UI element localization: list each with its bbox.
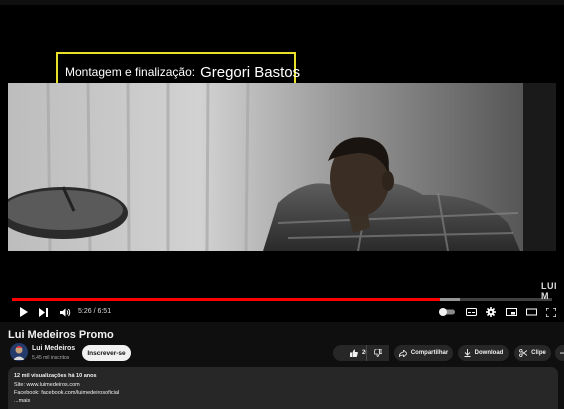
volume-icon (59, 308, 70, 316)
subtitles-button[interactable] (464, 303, 478, 321)
more-icon (560, 352, 564, 354)
theater-icon (525, 308, 537, 316)
credit-name: Gregori Bastos (200, 63, 301, 81)
share-icon (398, 349, 407, 357)
miniplayer-button[interactable] (504, 303, 518, 321)
download-button[interactable]: Download (458, 345, 509, 361)
view-count-date: 12 mil visualizações há 10 anos (14, 373, 97, 379)
time-display: 5:26 / 6:51 (78, 308, 112, 315)
progress-played (12, 298, 441, 301)
theater-button[interactable] (524, 303, 538, 321)
volume-button[interactable] (58, 303, 72, 321)
settings-icon (486, 307, 496, 317)
share-label: Compartilhar (410, 350, 449, 356)
autoplay-toggle[interactable] (438, 303, 456, 321)
next-icon (38, 307, 48, 317)
clip-icon (519, 349, 528, 357)
autoplay-toggle-icon (439, 308, 455, 316)
download-icon (464, 349, 471, 357)
clip-label: Clipe (531, 350, 546, 356)
video-player[interactable]: Montagem e finalização: Gregori Bastos L… (0, 0, 564, 322)
like-icon (349, 349, 358, 357)
video-frame (8, 83, 556, 251)
avatar-image (10, 343, 28, 361)
next-button[interactable] (36, 303, 50, 321)
description-line: Facebook: facebook.com/luimedeirosoficia… (14, 390, 120, 396)
play-icon (19, 307, 28, 317)
subscriber-count: 5,45 mil inscritos (32, 355, 70, 361)
clip-button[interactable]: Clipe (514, 345, 551, 361)
dislike-button[interactable] (366, 345, 389, 361)
fullscreen-icon (546, 307, 556, 317)
more-actions-button[interactable] (555, 345, 564, 361)
channel-avatar[interactable] (10, 343, 28, 361)
top-edge (0, 0, 564, 5)
credit-label: Montagem e finalização: (65, 65, 196, 79)
dislike-icon (374, 349, 382, 357)
channel-name[interactable]: Lui Medeiros (32, 345, 75, 352)
miniplayer-icon (505, 308, 517, 316)
show-more-link[interactable]: ...mais (14, 398, 30, 404)
video-title: Lui Medeiros Promo (8, 329, 114, 341)
player-controls: 5:26 / 6:51 (0, 303, 564, 321)
subscribe-button[interactable]: Inscrever-se (82, 345, 131, 361)
fullscreen-button[interactable] (544, 303, 558, 321)
download-label: Download (474, 350, 504, 356)
share-button[interactable]: Compartilhar (394, 345, 453, 361)
subtitles-icon (465, 308, 477, 316)
description-line: Site: www.luimedeiros.com (14, 382, 80, 388)
progress-bar[interactable] (12, 298, 552, 301)
play-button[interactable] (16, 303, 30, 321)
settings-button[interactable] (484, 303, 498, 321)
